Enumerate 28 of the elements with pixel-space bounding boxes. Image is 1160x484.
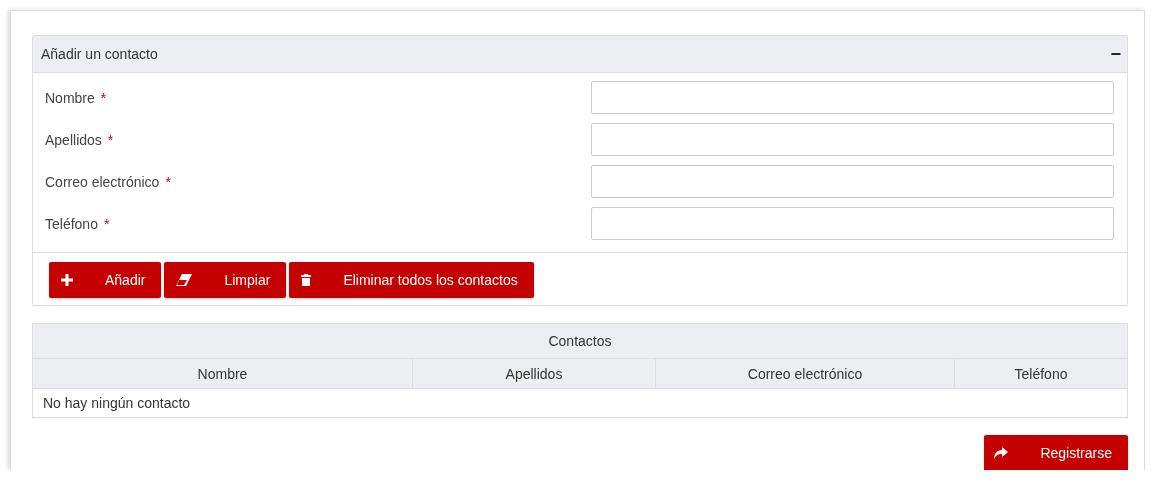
field-label: Teléfono: [45, 215, 98, 232]
collapse-button[interactable]: −: [1110, 45, 1121, 63]
clear-button[interactable]: Limpiar: [164, 262, 287, 298]
input-field[interactable]: [591, 123, 1114, 156]
delete-all-button[interactable]: Eliminar todos los contactos: [289, 262, 534, 298]
plus-icon: [61, 274, 73, 286]
column-header: Correo electrónico: [655, 358, 955, 389]
column-header: Apellidos: [412, 358, 656, 389]
required-mark: *: [107, 131, 114, 148]
required-mark: *: [100, 89, 107, 106]
add-button[interactable]: Añadir: [49, 262, 162, 298]
panel-title: Añadir un contacto: [41, 46, 158, 62]
field-label: Nombre: [45, 89, 95, 106]
field-label: Apellidos: [45, 131, 102, 148]
eraser-icon: [176, 274, 193, 286]
share-arrow-icon: [994, 447, 1009, 459]
trash-icon: [301, 274, 312, 286]
table-title: Contactos: [32, 323, 1128, 359]
empty-message: No hay ningún contacto: [32, 388, 1128, 418]
column-header: Teléfono: [954, 358, 1128, 389]
column-header: Nombre: [32, 358, 413, 389]
required-mark: *: [165, 173, 171, 190]
input-field[interactable]: [591, 81, 1114, 114]
required-mark: *: [103, 215, 110, 232]
field-label: Correo electrónico: [45, 173, 160, 190]
register-button[interactable]: Registrarse: [984, 435, 1128, 470]
input-field[interactable]: [591, 207, 1114, 240]
input-field[interactable]: [591, 165, 1114, 198]
